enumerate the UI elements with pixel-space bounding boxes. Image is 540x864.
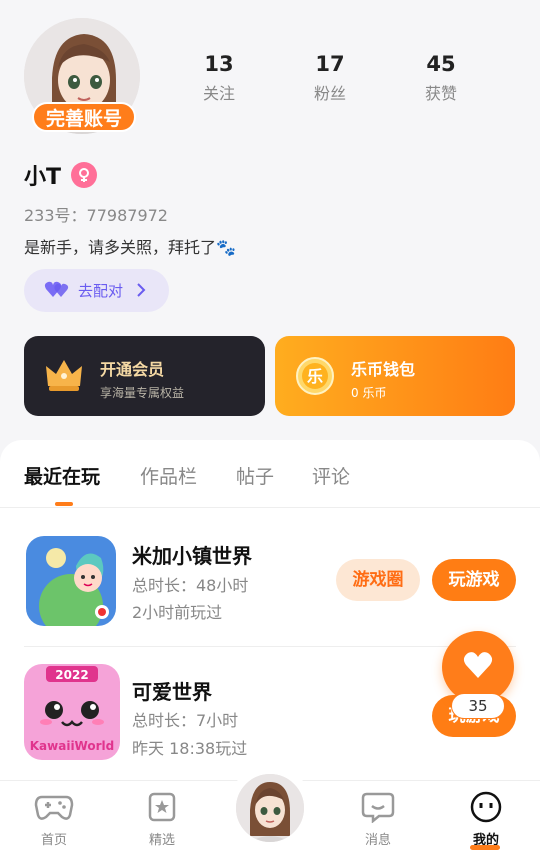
stat-likes[interactable]: 45 获赞 xyxy=(396,52,486,104)
stat-following-label: 关注 xyxy=(202,84,235,103)
complete-account-badge[interactable]: 完善账号 xyxy=(32,102,136,132)
game-name: 米加小镇世界 xyxy=(132,544,252,568)
tab-recent[interactable]: 最近在玩 xyxy=(24,462,100,489)
vip-card-title: 开通会员 xyxy=(100,360,165,379)
content-panel: 最近在玩 作品栏 帖子 评论 米加小镇世界 总时长：48小时 2小时前玩过 游戏… xyxy=(0,440,540,780)
tab-bar: 最近在玩 作品栏 帖子 评论 xyxy=(0,440,540,508)
star-icon xyxy=(146,792,178,827)
stat-following-count: 13 xyxy=(204,52,234,76)
smile-face-icon xyxy=(469,791,503,827)
game-circle-button[interactable]: 游戏圈 xyxy=(336,559,420,601)
avatar[interactable]: 完善账号 xyxy=(24,18,140,134)
username: 小T xyxy=(24,165,62,190)
profile-stats: 13 关注 17 粉丝 45 获赞 xyxy=(160,52,540,108)
tab-indicator xyxy=(55,502,73,506)
tab-works[interactable]: 作品栏 xyxy=(140,462,197,489)
user-bio: 是新手，请多关照，拜托了🐾 xyxy=(24,238,236,257)
game-name: 可爱世界 xyxy=(132,680,212,704)
game-icon-kawaii: 2022 KawaiiWorld xyxy=(24,664,120,760)
username-row: 小T xyxy=(24,158,98,192)
wallet-card-title: 乐币钱包 xyxy=(351,360,416,379)
wallet-card-subtitle: 0 乐币 xyxy=(351,386,387,400)
vip-card[interactable]: 开通会员 享海量专属权益 xyxy=(24,336,265,416)
heart-icon xyxy=(463,651,493,683)
chat-icon xyxy=(361,792,395,827)
play-game-button[interactable]: 玩游戏 xyxy=(432,559,516,601)
game-last-played: 昨天 18:38玩过 xyxy=(132,739,248,758)
nav-messages-label: 消息 xyxy=(364,833,391,848)
female-icon xyxy=(71,162,98,188)
stat-likes-count: 45 xyxy=(426,52,456,76)
nav-home-label: 首页 xyxy=(40,833,67,848)
tab-posts[interactable]: 帖子 xyxy=(236,462,274,489)
game-duration: 总时长：7小时 xyxy=(132,711,239,730)
stat-fans-label: 粉丝 xyxy=(313,84,346,103)
game-icon-title: KawaiiWorld xyxy=(30,739,114,753)
profile-header: 完善账号 13 关注 17 粉丝 45 获赞 小T 233号：77987972 … xyxy=(0,0,540,440)
nav-home[interactable]: 首页 xyxy=(14,791,94,848)
nav-featured-label: 精选 xyxy=(148,833,175,848)
coin-glyph: 乐 xyxy=(307,367,323,386)
stat-fans[interactable]: 17 粉丝 xyxy=(285,52,375,104)
pair-button[interactable]: 去配对 xyxy=(24,269,169,312)
game-duration: 总时长：48小时 xyxy=(132,576,249,595)
game-icon-year: 2022 xyxy=(55,668,88,682)
nav-featured[interactable]: 精选 xyxy=(122,791,202,848)
nav-avatar-button[interactable] xyxy=(234,772,306,844)
stat-following[interactable]: 13 关注 xyxy=(174,52,264,104)
heart-pair-icon xyxy=(44,279,70,303)
vip-card-subtitle: 享海量专属权益 xyxy=(100,386,185,400)
game-row[interactable]: 米加小镇世界 总时长：48小时 2小时前玩过 游戏圈 玩游戏 xyxy=(0,508,540,638)
nav-messages[interactable]: 消息 xyxy=(338,791,418,848)
stat-likes-label: 获赞 xyxy=(424,84,457,103)
coin-icon: 乐 xyxy=(295,356,335,400)
pair-button-label: 去配对 xyxy=(78,282,124,300)
crown-icon xyxy=(44,356,84,400)
stat-fans-count: 17 xyxy=(315,52,345,76)
wallet-card[interactable]: 乐 乐币钱包 0 乐币 xyxy=(275,336,515,416)
tab-comments[interactable]: 评论 xyxy=(312,462,350,489)
chevron-right-icon xyxy=(135,281,147,303)
nav-active-indicator xyxy=(470,845,500,850)
gamepad-icon xyxy=(34,795,74,827)
game-last-played: 2小时前玩过 xyxy=(132,603,223,622)
user-id: 233号：77987972 xyxy=(24,206,168,225)
like-count-badge: 35 xyxy=(451,693,505,719)
game-icon-toca xyxy=(26,536,116,626)
nav-mine[interactable]: 我的 xyxy=(446,791,526,848)
